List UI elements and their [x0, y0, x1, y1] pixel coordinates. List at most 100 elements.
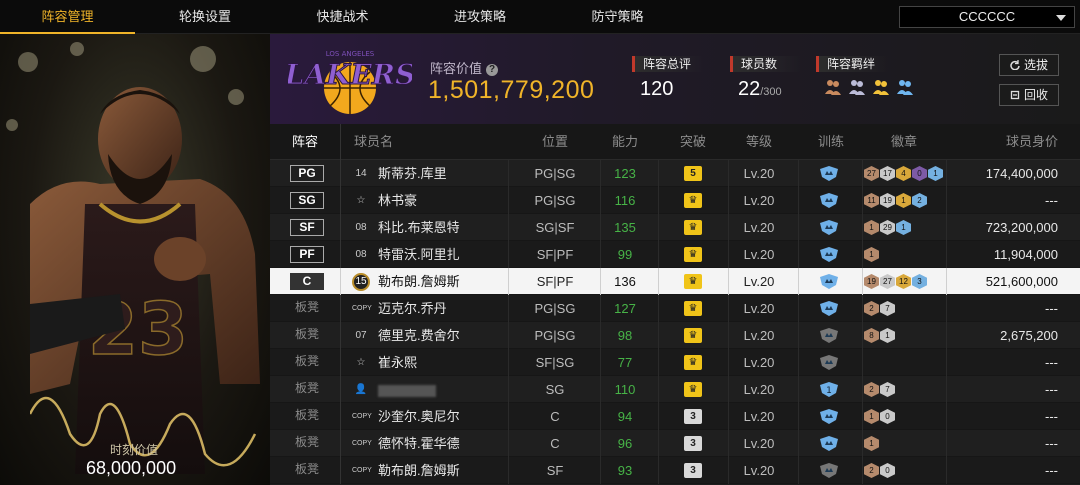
breakthrough-cell[interactable]: ♛ [658, 349, 728, 376]
lineup-slot-badge[interactable]: C [290, 273, 324, 290]
team-select-dropdown[interactable]: CCCCCC [899, 6, 1075, 28]
tab-quick-tactics[interactable]: 快捷战术 [275, 0, 410, 34]
breakthrough-cell[interactable]: ♛ [658, 295, 728, 322]
lineup-slot-badge[interactable]: 板凳 [290, 354, 324, 371]
badges-cell[interactable]: 10 [864, 409, 895, 425]
breakthrough-cell[interactable]: ♛ [658, 322, 728, 349]
breakthrough-cell[interactable]: ♛ [658, 376, 728, 403]
player-name[interactable]: 德怀特.霍华德 [378, 430, 460, 457]
help-icon[interactable]: ? [486, 64, 499, 76]
badges-cell[interactable]: 27 [864, 301, 895, 317]
tab-offense-strategy[interactable]: 进攻策略 [410, 0, 550, 34]
breakthrough-cell[interactable]: 3 [658, 430, 728, 457]
badges-cell[interactable]: 1 [864, 247, 879, 263]
table-row[interactable]: 板凳 👤 SG 110 ♛ Lv.20 1 2 7 --- [270, 376, 1080, 403]
table-row[interactable]: 板凳 COPY 迈克尔.乔丹 PG|SG 127 ♛ Lv.20 2 7 --- [270, 295, 1080, 322]
badges-cell[interactable]: 27 [864, 382, 895, 398]
training-cell[interactable] [800, 214, 862, 241]
player-card[interactable]: 23 时刻价值 68,000,000 [0, 34, 270, 485]
badges-cell[interactable]: 11 19 1 2 [864, 193, 927, 209]
training-cell[interactable] [800, 403, 862, 430]
player-position: PG|SG [534, 301, 576, 316]
training-cell[interactable] [800, 160, 862, 187]
player-value: --- [1045, 301, 1058, 316]
recycle-button[interactable]: 回收 [999, 84, 1059, 106]
lineup-slot-badge[interactable]: 板凳 [290, 462, 324, 479]
bond-blue-icon[interactable] [896, 78, 914, 96]
lineup-slot-badge[interactable]: 板凳 [290, 381, 324, 398]
breakthrough-cell[interactable]: 3 [658, 403, 728, 430]
player-name[interactable]: 迈克尔.乔丹 [378, 295, 447, 322]
lineup-slot-badge[interactable]: PG [290, 165, 324, 182]
bond-silver-icon[interactable] [848, 78, 866, 96]
player-name[interactable]: 勒布朗.詹姆斯 [378, 457, 460, 484]
player-name[interactable] [378, 376, 436, 403]
badges-cell[interactable]: 19 27 12 3 [864, 274, 927, 290]
training-cell[interactable] [800, 241, 862, 268]
breakthrough-cell[interactable]: ♛ [658, 241, 728, 268]
lineup-slot-badge[interactable]: 板凳 [290, 327, 324, 344]
training-cell[interactable] [800, 430, 862, 457]
col-header-lineup[interactable]: 阵容 [270, 124, 340, 160]
table-row[interactable]: PG 14 斯蒂芬.库里 PG|SG 123 5 Lv.20 27 17 4 0 1 174,400,0… [270, 160, 1080, 187]
col-header-training[interactable]: 训练 [800, 124, 862, 160]
player-name[interactable]: 沙奎尔.奥尼尔 [378, 403, 460, 430]
col-header-badges[interactable]: 徽章 [864, 124, 944, 160]
bond-gold-icon[interactable] [872, 78, 890, 96]
col-header-breakthrough[interactable]: 突破 [658, 124, 728, 160]
table-row[interactable]: SG ☆ 林书豪 PG|SG 116 ♛ Lv.20 11 19 1 2 --- [270, 187, 1080, 214]
table-row[interactable]: 板凳 ☆ 崔永熙 SF|SG 77 ♛ Lv.20 --- [270, 349, 1080, 376]
player-name[interactable]: 特雷沃.阿里扎 [378, 241, 460, 268]
table-row[interactable]: 板凳 07 德里克.费舍尔 PG|SG 98 ♛ Lv.20 8 1 2,675,200 [270, 322, 1080, 349]
col-header-ability[interactable]: 能力 [600, 124, 650, 160]
jersey-number-icon: COPY [352, 440, 372, 447]
tab-defense-strategy[interactable]: 防守策略 [550, 0, 685, 34]
table-row[interactable]: SF 08 科比.布莱恩特 SG|SF 135 ♛ Lv.20 1 29 1 723,200,000 [270, 214, 1080, 241]
col-header-name[interactable]: 球员名 [354, 124, 393, 160]
lineup-slot-badge[interactable]: 板凳 [290, 408, 324, 425]
col-header-player-value[interactable]: 球员身价 [950, 124, 1058, 160]
badges-cell[interactable]: 81 [864, 328, 895, 344]
breakthrough-cell[interactable]: 3 [658, 457, 728, 484]
badges-cell[interactable]: 20 [864, 463, 895, 479]
lineup-slot-badge[interactable]: 板凳 [290, 300, 324, 317]
breakthrough-cell[interactable]: ♛ [658, 268, 728, 295]
training-cell[interactable] [800, 457, 862, 484]
training-cell[interactable] [800, 187, 862, 214]
table-header: 阵容 球员名 位置 能力 突破 等级 训练 徽章 球员身价 [270, 124, 1080, 160]
player-name[interactable]: 林书豪 [378, 187, 417, 214]
select-button[interactable]: 选拔 [999, 54, 1059, 76]
player-name[interactable]: 崔永熙 [378, 349, 417, 376]
badges-cell[interactable]: 27 17 4 0 1 [864, 166, 943, 182]
tab-lineup-management[interactable]: 阵容管理 [0, 0, 135, 34]
table-row[interactable]: 板凳 COPY 勒布朗.詹姆斯 SF 93 3 Lv.20 2 0 --- [270, 457, 1080, 484]
training-cell[interactable]: 1 [800, 376, 862, 403]
table-row[interactable]: C 15 勒布朗.詹姆斯 SF|PF 136 ♛ Lv.20 19 27 12 3 521,600,0… [270, 268, 1080, 295]
badges-cell[interactable]: 1 [864, 436, 879, 452]
table-row[interactable]: PF 08 特雷沃.阿里扎 SF|PF 99 ♛ Lv.20 1 11,904,000 [270, 241, 1080, 268]
player-name[interactable]: 勒布朗.詹姆斯 [378, 268, 460, 295]
lineup-slot-badge[interactable]: SG [290, 192, 324, 209]
breakthrough-cell[interactable]: ♛ [658, 214, 728, 241]
lineup-slot-badge[interactable]: PF [290, 246, 324, 263]
lineup-slot-badge[interactable]: SF [290, 219, 324, 236]
training-cell[interactable] [800, 268, 862, 295]
jersey-number-icon: 15 [352, 273, 370, 291]
table-row[interactable]: 板凳 COPY 德怀特.霍华德 C 96 3 Lv.20 1 --- [270, 430, 1080, 457]
training-cell[interactable] [800, 349, 862, 376]
player-name[interactable]: 科比.布莱恩特 [378, 214, 460, 241]
bond-icons[interactable] [816, 78, 914, 96]
player-name[interactable]: 德里克.费舍尔 [378, 322, 460, 349]
tab-rotation-settings[interactable]: 轮换设置 [135, 0, 275, 34]
bond-bronze-icon[interactable] [824, 78, 842, 96]
breakthrough-cell[interactable]: ♛ [658, 187, 728, 214]
col-header-level[interactable]: 等级 [730, 124, 788, 160]
col-header-position[interactable]: 位置 [510, 124, 600, 160]
player-name[interactable]: 斯蒂芬.库里 [378, 160, 447, 187]
training-cell[interactable] [800, 295, 862, 322]
table-row[interactable]: 板凳 COPY 沙奎尔.奥尼尔 C 94 3 Lv.20 1 0 --- [270, 403, 1080, 430]
lineup-slot-badge[interactable]: 板凳 [290, 435, 324, 452]
breakthrough-cell[interactable]: 5 [658, 160, 728, 187]
training-cell[interactable] [800, 322, 862, 349]
badges-cell[interactable]: 1 29 1 [864, 220, 911, 236]
